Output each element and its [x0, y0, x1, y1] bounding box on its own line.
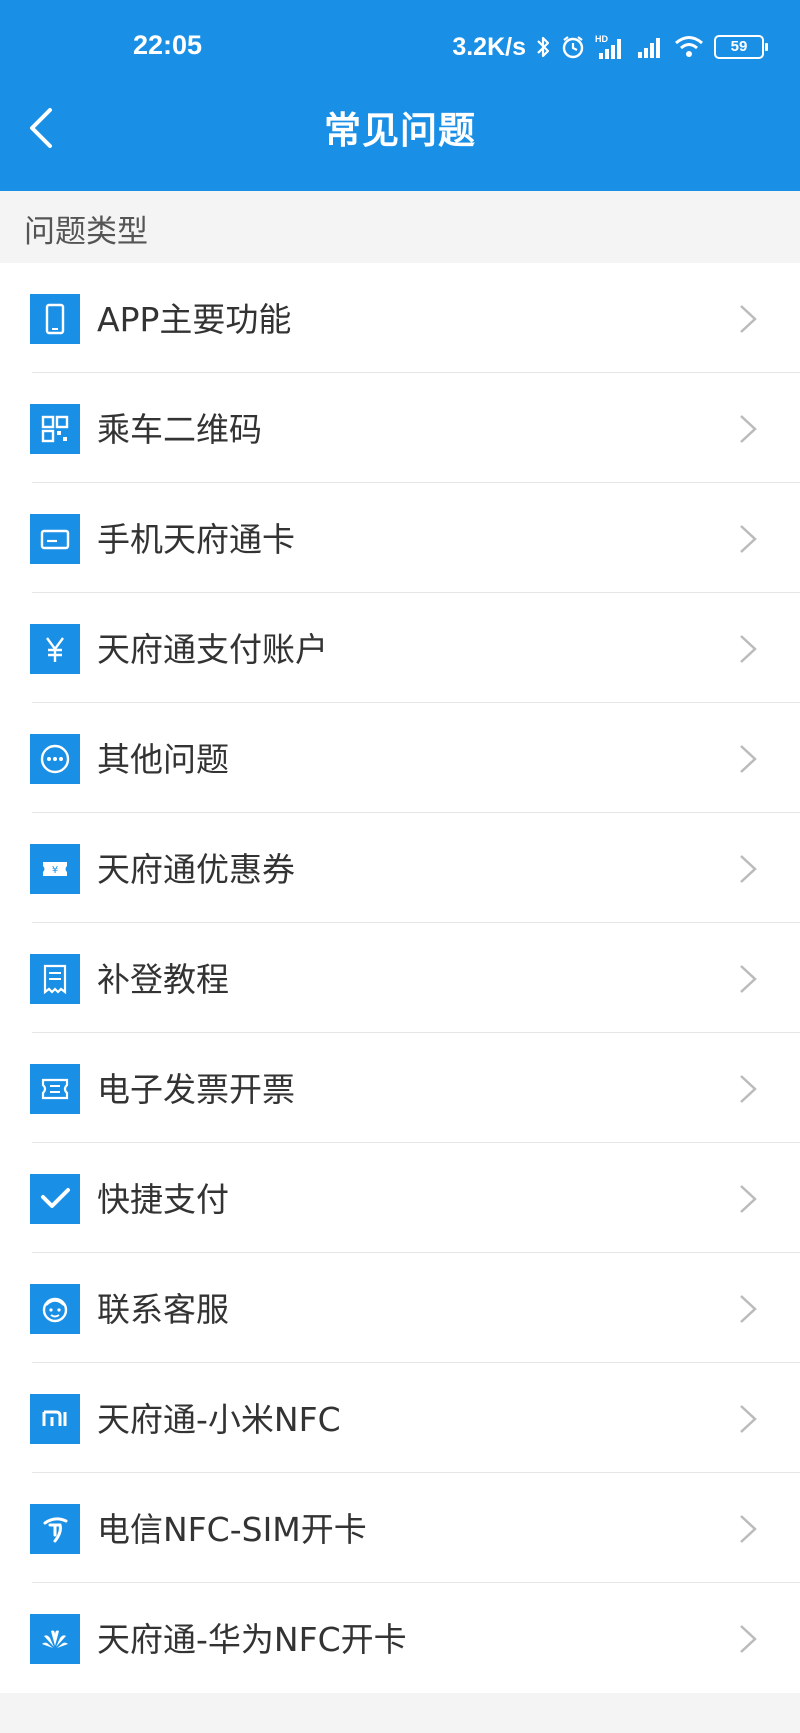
list-item-label: 补登教程 [97, 960, 229, 999]
chevron-right-icon [740, 1625, 757, 1653]
chevron-right-icon [740, 1515, 757, 1543]
customer-service-icon [30, 1284, 80, 1334]
svg-text:HD: HD [595, 34, 608, 44]
list-item-label: APP主要功能 [97, 300, 292, 339]
status-icons: 3.2K/s HD 59 [452, 30, 768, 64]
chevron-right-icon [740, 305, 757, 333]
chevron-right-icon [740, 1185, 757, 1213]
xiaomi-logo-icon [30, 1394, 80, 1444]
list-item-label: 电子发票开票 [97, 1070, 295, 1109]
list-item-label: 其他问题 [97, 740, 229, 779]
list-item-other-questions[interactable]: 其他问题 [0, 703, 800, 813]
list-item-label: 快捷支付 [97, 1180, 229, 1219]
list-item-tianfutong-card[interactable]: 手机天府通卡 [0, 483, 800, 593]
more-dots-icon [30, 734, 80, 784]
app-header: 22:05 3.2K/s HD 59 常见问题 [0, 0, 800, 191]
chevron-right-icon [740, 1075, 757, 1103]
list-item-label: 联系客服 [97, 1290, 229, 1329]
alarm-icon [562, 36, 584, 59]
list-item-label: 手机天府通卡 [97, 520, 295, 559]
signal-icon [638, 38, 660, 58]
list-item-xiaomi-nfc[interactable]: 天府通-小米NFC [0, 1363, 800, 1473]
list-item-label: 乘车二维码 [97, 410, 262, 449]
list-item-telecom-nfc-sim[interactable]: 电信NFC-SIM开卡 [0, 1473, 800, 1583]
battery-indicator: 59 [714, 35, 768, 59]
list-item-customer-service[interactable]: 联系客服 [0, 1253, 800, 1363]
list-item-qr-code[interactable]: 乘车二维码 [0, 373, 800, 483]
list-item-label: 电信NFC-SIM开卡 [97, 1510, 367, 1549]
chevron-right-icon [740, 855, 757, 883]
list-item-quick-pay[interactable]: 快捷支付 [0, 1143, 800, 1253]
chevron-right-icon [740, 525, 757, 553]
yuan-icon [30, 624, 80, 674]
page-title: 常见问题 [324, 109, 476, 152]
list-item-label: 天府通支付账户 [97, 630, 328, 669]
list-item-e-invoice[interactable]: 电子发票开票 [0, 1033, 800, 1143]
wifi-icon [675, 36, 703, 57]
card-icon [30, 514, 80, 564]
chevron-right-icon [740, 745, 757, 773]
receipt-icon [30, 954, 80, 1004]
invoice-icon [30, 1064, 80, 1114]
qr-code-icon [30, 404, 80, 454]
list-item-app-features[interactable]: APP主要功能 [0, 263, 800, 373]
hd-signal-icon: HD [595, 34, 621, 59]
section-label: 问题类型 [24, 214, 148, 250]
svg-text:¥: ¥ [52, 865, 58, 876]
coupon-icon: ¥ [30, 844, 80, 894]
list-item-coupon[interactable]: ¥ 天府通优惠券 [0, 813, 800, 923]
check-icon [30, 1174, 80, 1224]
chevron-right-icon [740, 965, 757, 993]
faq-category-list: APP主要功能 乘车二维码 手机天府通卡 天府通支付账户 其他问题 ¥ 天府通优… [0, 263, 800, 1693]
status-bar: 22:05 3.2K/s HD 59 [0, 0, 800, 90]
list-item-label: 天府通优惠券 [97, 850, 295, 889]
huawei-logo-icon [30, 1614, 80, 1664]
chevron-right-icon [740, 635, 757, 663]
network-speed: 3.2K/s [452, 32, 526, 61]
chevron-right-icon [740, 415, 757, 443]
phone-icon [30, 294, 80, 344]
bluetooth-icon [537, 36, 550, 58]
china-telecom-logo-icon [30, 1504, 80, 1554]
status-time: 22:05 [133, 30, 203, 60]
list-item-label: 天府通-华为NFC开卡 [97, 1620, 407, 1659]
list-item-supplement-tutorial[interactable]: 补登教程 [0, 923, 800, 1033]
chevron-right-icon [740, 1405, 757, 1433]
chevron-right-icon [740, 1295, 757, 1323]
list-item-huawei-nfc[interactable]: 天府通-华为NFC开卡 [0, 1583, 800, 1693]
list-item-payment-account[interactable]: 天府通支付账户 [0, 593, 800, 703]
list-item-label: 天府通-小米NFC [97, 1400, 341, 1439]
